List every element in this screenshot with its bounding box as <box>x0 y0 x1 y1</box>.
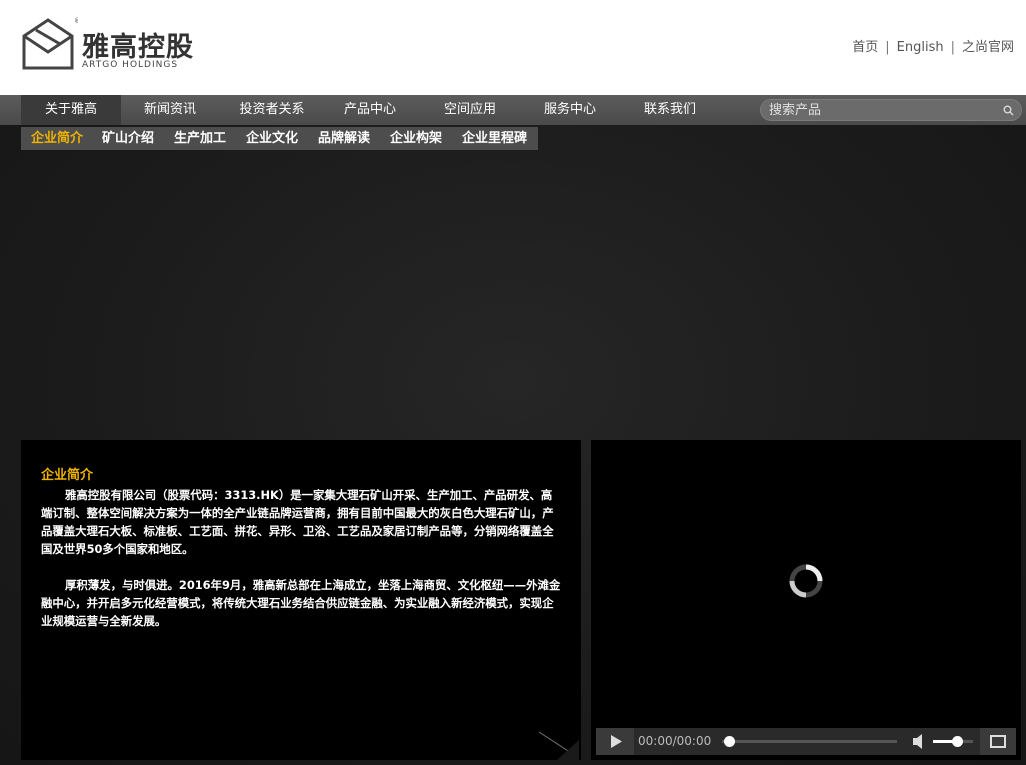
nav-item-space[interactable]: 空间应用 <box>415 95 525 125</box>
play-icon <box>611 735 622 748</box>
subnav-item-milestones[interactable]: 企业里程碑 <box>462 127 527 150</box>
video-controls: 00:00/00:00 <box>596 728 1016 755</box>
search-icon[interactable] <box>1003 105 1014 116</box>
subnav-item-mine[interactable]: 矿山介绍 <box>102 127 154 150</box>
nav-item-news[interactable]: 新闻资讯 <box>121 95 219 125</box>
speaker-icon[interactable] <box>911 728 929 755</box>
intro-paragraph: 雅高控股有限公司（股票代码：3313.HK）是一家集大理石矿山开采、生产加工、产… <box>41 488 554 556</box>
top-links: 首页 | English | 之尚官网 <box>852 40 1014 55</box>
corner-fold-icon <box>538 731 580 760</box>
nav-item-contact[interactable]: 联系我们 <box>615 95 725 125</box>
nav-item-investors[interactable]: 投资者关系 <box>219 95 325 125</box>
site-header: ® 雅高控股 ARTGO HOLDINGS 首页 | English | 之尚官网 <box>0 0 1026 95</box>
intro-panel: 企业简介 雅高控股有限公司（股票代码：3313.HK）是一家集大理石矿山开采、生… <box>21 440 581 760</box>
progress-slider[interactable] <box>722 728 904 755</box>
fullscreen-icon <box>990 735 1006 748</box>
english-link[interactable]: English <box>897 40 944 55</box>
loading-spinner-icon <box>789 564 823 598</box>
envelope-logo-icon: ® <box>22 17 78 70</box>
subnav-item-production[interactable]: 生产加工 <box>174 127 226 150</box>
sub-nav: 企业简介 矿山介绍 生产加工 企业文化 品牌解读 企业构架 企业里程碑 <box>21 127 538 150</box>
volume-knob[interactable] <box>951 736 963 747</box>
brand-name-cn: 雅高控股 <box>82 32 194 63</box>
registered-mark: ® <box>74 17 78 25</box>
progress-knob[interactable] <box>724 736 735 747</box>
search-input[interactable] <box>769 101 994 119</box>
nav-item-products[interactable]: 产品中心 <box>325 95 415 125</box>
zhishang-site-link[interactable]: 之尚官网 <box>962 40 1014 55</box>
play-button[interactable] <box>596 728 634 755</box>
fullscreen-button[interactable] <box>980 728 1016 755</box>
nav-item-about[interactable]: 关于雅高 <box>21 95 121 125</box>
subnav-item-structure[interactable]: 企业构架 <box>390 127 442 150</box>
nav-item-service[interactable]: 服务中心 <box>525 95 615 125</box>
brand-logo[interactable]: ® 雅高控股 ARTGO HOLDINGS <box>20 16 200 76</box>
intro-paragraph: 厚积薄发，与时俱进。2016年9月，雅高新总部在上海成立，坐落上海商贸、文化枢纽… <box>41 578 561 628</box>
subnav-item-culture[interactable]: 企业文化 <box>246 127 298 150</box>
brand-name-en: ARTGO HOLDINGS <box>82 60 179 70</box>
time-display: 00:00/00:00 <box>638 734 712 748</box>
subnav-item-intro[interactable]: 企业简介 <box>31 127 83 150</box>
progress-track <box>722 740 897 743</box>
video-player[interactable]: 00:00/00:00 <box>591 440 1021 760</box>
volume-control[interactable] <box>911 728 975 755</box>
main-nav: 关于雅高 新闻资讯 投资者关系 产品中心 空间应用 服务中心 联系我们 <box>0 95 1026 125</box>
search-box <box>760 99 1022 121</box>
intro-title: 企业简介 <box>41 468 94 483</box>
home-link[interactable]: 首页 <box>852 40 878 55</box>
subnav-item-brand[interactable]: 品牌解读 <box>318 127 370 150</box>
